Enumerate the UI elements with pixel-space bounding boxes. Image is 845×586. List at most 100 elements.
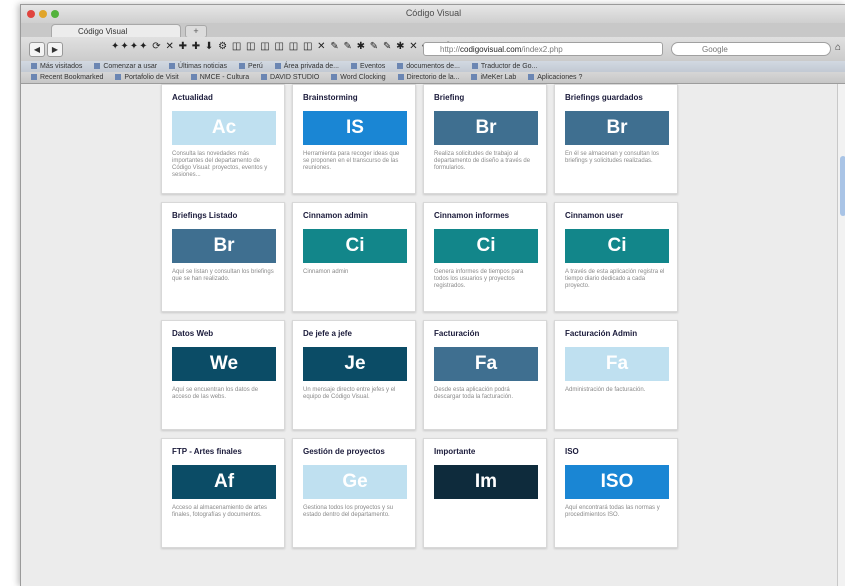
bookmark-icon (94, 63, 101, 70)
bookmark-item[interactable]: Últimas noticias (169, 61, 227, 72)
app-card-title[interactable]: Brainstorming (303, 93, 405, 107)
app-icon-tile[interactable]: Ci (565, 229, 669, 263)
bookmark-icon (471, 63, 478, 70)
app-grid: Actualidad Ac Consulta las novedades más i… (161, 84, 678, 548)
bookmark-item[interactable]: Recent Bookmarked (31, 72, 103, 83)
app-card-title[interactable]: ISO (565, 447, 667, 461)
app-card-description: En él se almacenan y consultan los brief… (565, 151, 660, 164)
bookmark-icon (397, 74, 404, 81)
app-card-description: Administración de facturación. (565, 387, 646, 393)
app-card[interactable]: Datos Web We Aquí se encuentran los datos … (161, 320, 285, 430)
app-card-description: Gestiona todos los proyectos y su estado… (303, 505, 394, 518)
app-card[interactable]: ISO ISO Aquí encontrará todas las normas y… (554, 438, 678, 548)
app-card-description: Aquí encontrará todas las normas y proce… (565, 505, 660, 518)
app-icon-tile[interactable]: Br (565, 111, 669, 145)
app-card-description: Desde esta aplicación podrá descargar to… (434, 387, 514, 400)
app-icon-tile[interactable]: Br (172, 229, 276, 263)
app-icon-tile[interactable]: Je (303, 347, 407, 381)
page-viewport: Actualidad Ac Consulta las novedades más i… (21, 84, 845, 586)
vertical-scrollbar[interactable] (837, 84, 845, 586)
bookmark-item[interactable]: Comenzar a usar (94, 61, 157, 72)
address-bar[interactable]: http://codigovisual.com/index2.php (423, 42, 663, 56)
app-card-title[interactable]: FTP - Artes finales (172, 447, 274, 461)
app-card-title[interactable]: Briefings Listado (172, 211, 274, 225)
app-card-title[interactable]: Importante (434, 447, 536, 461)
app-icon-tile[interactable]: Fa (434, 347, 538, 381)
app-card[interactable]: Gestión de proyectos Ge Gestiona todos los… (292, 438, 416, 548)
bookmark-icon (31, 74, 37, 81)
bookmark-item[interactable]: Portafolio de Visit (115, 72, 179, 83)
bookmark-item[interactable]: Más visitados (31, 61, 82, 72)
bookmarks-bar: Más visitados Comenzar a usar Últimas no… (21, 61, 845, 72)
app-card-description: Genera informes de tiempos para todos lo… (434, 269, 524, 289)
bookmark-item[interactable]: documentos de... (397, 61, 460, 72)
app-card[interactable]: Briefings Listado Br Aquí se listan y cons… (161, 202, 285, 312)
bookmark-item[interactable]: iMeKer Lab (471, 72, 516, 83)
app-icon-tile[interactable]: Ge (303, 465, 407, 499)
bookmark-icon (350, 63, 357, 70)
app-card[interactable]: FTP - Artes finales Af Acceso al almacenam… (161, 438, 285, 548)
app-card[interactable]: Facturación Admin Fa Administración de fac… (554, 320, 678, 430)
app-card[interactable]: Importante Im (423, 438, 547, 548)
bookmark-icon (397, 63, 404, 70)
app-card[interactable]: Actualidad Ac Consulta las novedades más i… (161, 84, 285, 194)
app-card-title[interactable]: Facturación (434, 329, 536, 343)
app-icon-tile[interactable]: Ac (172, 111, 276, 145)
app-icon-tile[interactable]: Af (172, 465, 276, 499)
home-icon[interactable]: ⌂ (835, 42, 841, 53)
bookmarks-bar-secondary: Recent Bookmarked Portafolio de Visit NM… (21, 72, 845, 84)
title-bar: Código Visual (21, 5, 845, 23)
bookmark-icon (238, 63, 245, 70)
app-card[interactable]: Facturación Fa Desde esta aplicación podrá… (423, 320, 547, 430)
app-card-title[interactable]: Cinnamon admin (303, 211, 405, 225)
app-icon-tile[interactable]: Fa (565, 347, 669, 381)
app-card[interactable]: Briefing Br Realiza solicitudes de trabajo… (423, 84, 547, 194)
app-card[interactable]: Cinnamon user Ci A través de esta aplicaci… (554, 202, 678, 312)
app-card-description: Herramienta para recoger ideas que se pr… (303, 151, 400, 171)
app-card-description: Acceso al almacenamiento de artes finale… (172, 505, 268, 518)
bookmark-icon (331, 74, 338, 81)
app-card-title[interactable]: Cinnamon informes (434, 211, 536, 225)
bookmark-item[interactable]: DAVID STUDIO (261, 72, 319, 83)
bookmark-item[interactable]: Directorio de la... (397, 72, 460, 83)
app-card[interactable]: Briefings guardados Br En él se almacenan … (554, 84, 678, 194)
app-card-title[interactable]: Datos Web (172, 329, 274, 343)
bookmark-item[interactable]: Área privada de... (274, 61, 339, 72)
bookmark-icon (115, 74, 122, 81)
app-card-title[interactable]: Gestión de proyectos (303, 447, 405, 461)
app-icon-tile[interactable]: Ci (434, 229, 538, 263)
back-button[interactable]: ◀ (29, 42, 45, 57)
app-card-title[interactable]: Briefing (434, 93, 536, 107)
app-icon-tile[interactable]: Br (434, 111, 538, 145)
tab-codigo-visual[interactable]: Código Visual (51, 24, 181, 37)
bookmark-item[interactable]: Traductor de Go... (471, 61, 537, 72)
app-card-description: Aquí se encuentran los datos de acceso d… (172, 387, 259, 400)
app-icon-tile[interactable]: ISO (565, 465, 669, 499)
bookmark-icon (169, 63, 176, 70)
app-card[interactable]: Brainstorming IS Herramienta para recoger … (292, 84, 416, 194)
forward-button[interactable]: ▶ (47, 42, 63, 57)
url-path: /index2.php (521, 45, 563, 54)
app-card[interactable]: Cinnamon admin Ci Cinnamon admin (292, 202, 416, 312)
app-icon-tile[interactable]: Im (434, 465, 538, 499)
app-card-title[interactable]: Briefings guardados (565, 93, 667, 107)
app-icon-tile[interactable]: IS (303, 111, 407, 145)
app-card[interactable]: De jefe a jefe Je Un mensaje directo entre… (292, 320, 416, 430)
scrollbar-thumb[interactable] (840, 156, 845, 216)
bookmark-item[interactable]: Eventos (350, 61, 385, 72)
search-input[interactable]: Google (671, 42, 831, 56)
app-icon-tile[interactable]: We (172, 347, 276, 381)
app-card-title[interactable]: Cinnamon user (565, 211, 667, 225)
app-card-title[interactable]: Facturación Admin (565, 329, 667, 343)
bookmark-item[interactable]: NMCE - Cultura (190, 72, 249, 83)
app-card-title[interactable]: De jefe a jefe (303, 329, 405, 343)
app-card-title[interactable]: Actualidad (172, 93, 274, 107)
bookmark-item[interactable]: Aplicaciones ? (528, 72, 582, 83)
app-card-description: A través de esta aplicación registra el … (565, 269, 665, 289)
bookmark-item[interactable]: Word Clocking (331, 72, 386, 83)
app-card[interactable]: Cinnamon informes Ci Genera informes de ti… (423, 202, 547, 312)
bookmark-item[interactable]: Perú (238, 61, 263, 72)
window-title: Código Visual (405, 8, 462, 18)
url-domain: codigovisual.com (460, 45, 522, 54)
app-icon-tile[interactable]: Ci (303, 229, 407, 263)
